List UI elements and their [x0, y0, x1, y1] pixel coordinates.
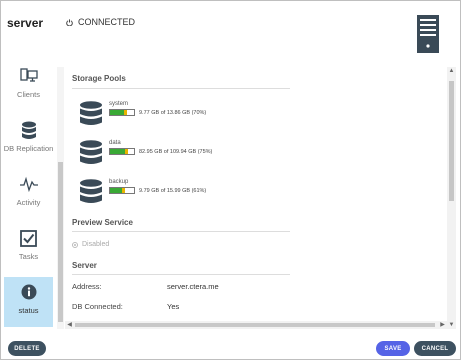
- usage-bar: [109, 148, 135, 155]
- divider: [72, 231, 290, 232]
- list-item: system 9.77 GB of 13.86 GB (70%): [79, 101, 289, 131]
- preview-service-title: Preview Service: [72, 218, 133, 227]
- save-button[interactable]: SAVE: [376, 341, 410, 356]
- connection-status: CONNECTED: [66, 17, 135, 27]
- db-connected-value: Yes: [167, 302, 180, 311]
- header: server CONNECTED: [1, 1, 461, 63]
- status-panel: Storage Pools system 9.77 GB of 13.86 GB…: [65, 65, 445, 321]
- pool-name: backup: [109, 179, 129, 185]
- sidebar-item-activity[interactable]: Activity: [4, 169, 53, 219]
- scroll-right-icon[interactable]: ▶: [438, 321, 447, 329]
- sidebar-scrollbar-thumb[interactable]: [58, 162, 63, 322]
- connection-status-label: CONNECTED: [78, 17, 136, 27]
- preview-status: Disabled: [72, 241, 109, 248]
- sidebar-item-status[interactable]: status: [4, 277, 53, 327]
- storage-pools-title: Storage Pools: [72, 74, 126, 83]
- database-icon: [80, 179, 102, 203]
- sidebar-item-label: Clients: [17, 90, 40, 99]
- usage-bar: [109, 109, 135, 116]
- scroll-left-icon[interactable]: ◀: [65, 321, 74, 329]
- sidebar-item-label: status: [18, 306, 39, 315]
- tasks-icon: [20, 229, 37, 247]
- pool-usage: 9.77 GB of 13.86 GB (70%): [139, 110, 207, 116]
- sidebar-item-tasks[interactable]: Tasks: [4, 223, 53, 273]
- status-dot-icon: [72, 241, 78, 248]
- usage-bar-marker: [125, 149, 128, 154]
- horizontal-scrollbar-thumb[interactable]: [75, 323, 435, 327]
- activity-icon: [19, 176, 38, 192]
- pool-usage: 9.79 GB of 15.99 GB (61%): [139, 188, 207, 194]
- scroll-up-icon[interactable]: ▲: [447, 67, 456, 75]
- divider: [72, 274, 290, 275]
- content-vertical-scrollbar[interactable]: ▲ ▼: [447, 67, 456, 329]
- server-section-title: Server: [72, 261, 97, 270]
- divider: [72, 88, 290, 89]
- usage-bar-marker: [121, 188, 125, 193]
- database-icon: [80, 101, 102, 125]
- sidebar-item-label: DB Replication: [3, 144, 54, 153]
- scroll-down-icon[interactable]: ▼: [447, 321, 456, 329]
- database-icon: [80, 140, 102, 164]
- usage-bar-marker: [123, 110, 127, 115]
- sidebar-item-db-replication[interactable]: DB Replication: [4, 115, 53, 165]
- power-icon: [66, 18, 73, 26]
- page-title: server: [7, 16, 44, 30]
- sidebar-item-label: Activity: [16, 198, 41, 207]
- list-item: backup 9.79 GB of 15.99 GB (61%): [79, 179, 289, 209]
- pool-name: data: [109, 140, 121, 146]
- content-horizontal-scrollbar[interactable]: ◀ ▶: [65, 321, 447, 329]
- preview-status-label: Disabled: [82, 241, 110, 248]
- server-icon: [417, 15, 439, 53]
- clients-icon: [19, 68, 38, 82]
- dialog-window: server CONNECTED Clients DB Replication …: [0, 0, 461, 360]
- pool-usage: 82.95 GB of 109.94 GB (75%): [139, 149, 213, 155]
- delete-button[interactable]: DELETE: [8, 341, 46, 356]
- address-value: server.ctera.me: [167, 282, 219, 291]
- sidebar-item-clients[interactable]: Clients: [4, 61, 53, 111]
- address-label: Address:: [72, 282, 102, 291]
- sidebar: Clients DB Replication Activity Tasks st…: [1, 59, 57, 329]
- sidebar-scrollbar[interactable]: [57, 67, 64, 329]
- db-connected-label: DB Connected:: [72, 302, 123, 311]
- usage-bar: [109, 187, 135, 194]
- cancel-button[interactable]: CANCEL: [414, 341, 456, 356]
- list-item: data 82.95 GB of 109.94 GB (75%): [79, 140, 289, 170]
- pool-name: system: [109, 101, 129, 107]
- database-icon: [21, 121, 36, 139]
- info-icon: [21, 284, 36, 300]
- content-scrollbar-thumb[interactable]: [449, 81, 454, 201]
- sidebar-item-label: Tasks: [18, 252, 39, 261]
